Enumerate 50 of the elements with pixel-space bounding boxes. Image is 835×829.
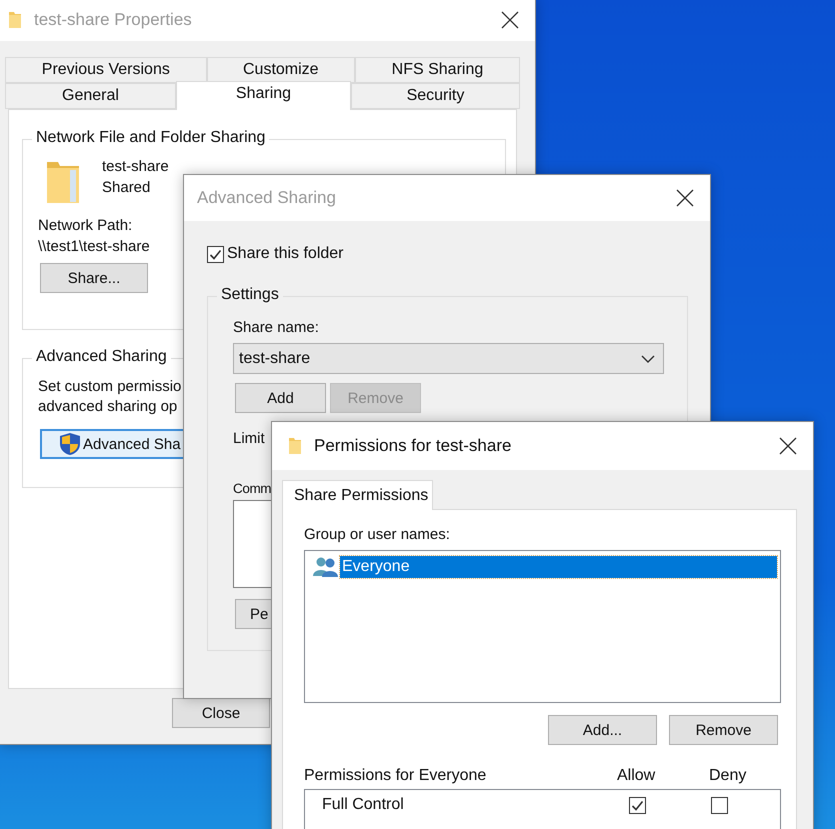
description-text: Set custom permissio: [38, 377, 182, 397]
permission-name: Full Control: [322, 796, 405, 814]
deny-checkbox[interactable]: [711, 796, 728, 814]
folder-icon: [46, 160, 80, 204]
users-icon: [312, 556, 340, 578]
chevron-icon: [641, 354, 655, 364]
share-checkbox[interactable]: [207, 246, 224, 262]
path-label: Network Path:: [38, 216, 132, 236]
permissions-button[interactable]: Pe: [235, 599, 271, 629]
checkbox-label: Share this folder: [227, 245, 344, 263]
close-icon[interactable]: [779, 437, 797, 455]
list-button[interactable]: Remove: [669, 715, 778, 745]
network-path: \\test1\test-share: [38, 237, 150, 257]
window-title: Advanced Sharing: [197, 188, 337, 208]
allow-checkbox[interactable]: [629, 796, 646, 814]
window-title: test-share Properties: [34, 10, 193, 30]
tab[interactable]: Customize: [206, 57, 355, 83]
advanced-sharing-button[interactable]: Advanced Sha: [40, 429, 183, 459]
settings-button[interactable]: Add: [235, 383, 326, 413]
tab[interactable]: Sharing: [176, 81, 351, 110]
folder-icon: [8, 11, 22, 29]
field-label: Share name:: [233, 318, 319, 338]
close-button[interactable]: Close: [172, 698, 270, 728]
description-text: advanced sharing op: [38, 397, 178, 417]
close-icon[interactable]: [676, 189, 694, 207]
list-item[interactable]: Everyone: [340, 556, 777, 578]
comments-label: Comm: [233, 480, 272, 498]
share-button[interactable]: Share...: [40, 263, 148, 293]
shield-icon: [59, 432, 81, 456]
column-header: Deny: [709, 767, 748, 785]
tab[interactable]: Security: [350, 83, 520, 109]
comments-field[interactable]: [233, 500, 271, 588]
window-title: Permissions for test-share: [314, 436, 512, 456]
tab[interactable]: NFS Sharing: [354, 57, 520, 83]
tab[interactable]: Share Permissions: [282, 480, 433, 510]
share-status: Shared: [102, 178, 150, 198]
group-heading: Advanced Sharing: [32, 348, 171, 366]
folder-name: test-share: [102, 157, 169, 177]
close-icon[interactable]: [501, 11, 519, 29]
group-heading: Settings: [217, 286, 283, 304]
folder-icon: [288, 437, 302, 455]
share-name-dropdown[interactable]: test-share: [233, 343, 664, 374]
group-heading: Network File and Folder Sharing: [32, 129, 270, 147]
list-button[interactable]: Add...: [548, 715, 657, 745]
permissions-label: Permissions for Everyone: [304, 767, 488, 785]
limit-label: Limit: [233, 429, 265, 449]
list-label: Group or user names:: [304, 525, 450, 545]
column-header: Allow: [617, 767, 656, 785]
tab[interactable]: General: [5, 83, 176, 109]
tab[interactable]: Previous Versions: [5, 57, 207, 83]
